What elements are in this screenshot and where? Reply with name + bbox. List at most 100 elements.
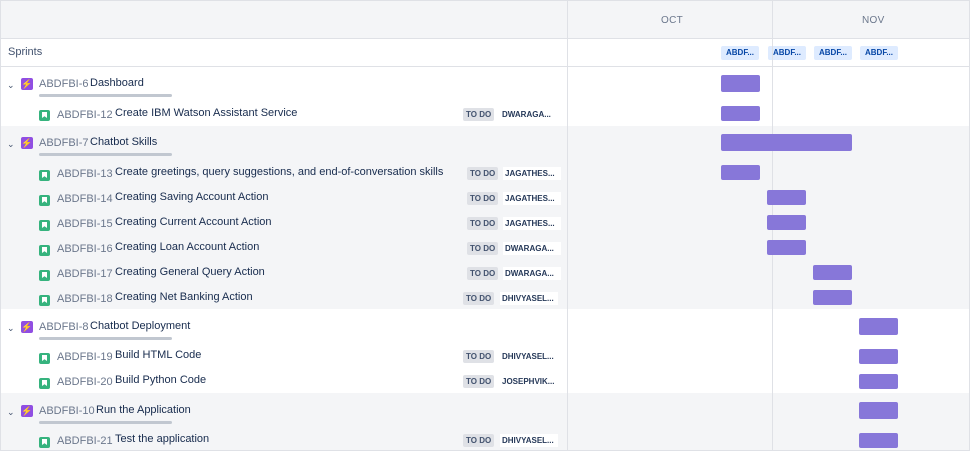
timeline-bar-story[interactable] <box>721 165 760 180</box>
assignee-name[interactable]: JOSEPHVIK... <box>500 375 558 388</box>
story-row[interactable]: ABDFBI-19 Build HTML Code TO DO DHIVYASE… <box>1 347 567 372</box>
epic-row[interactable]: ⌄ ⚡ ABDFBI-8 Chatbot Deployment <box>1 318 567 343</box>
status-badge[interactable]: TO DO <box>467 267 499 280</box>
issue-key[interactable]: ABDFBI-19 <box>57 351 113 363</box>
status-badge[interactable]: TO DO <box>463 108 495 121</box>
issue-key[interactable]: ABDFBI-21 <box>57 435 113 447</box>
issue-key[interactable]: ABDFBI-8 <box>39 321 89 333</box>
issue-key[interactable]: ABDFBI-10 <box>39 405 95 417</box>
story-row[interactable]: ABDFBI-21 Test the application TO DO DHI… <box>1 431 567 450</box>
sprints-row: Sprints ABDF... ABDF... ABDF... ABDF... <box>1 39 969 67</box>
assignee-name[interactable]: DHIVYASEL... <box>500 292 558 305</box>
issue-key[interactable]: ABDFBI-14 <box>57 193 113 205</box>
story-icon <box>39 110 50 121</box>
assignee-name[interactable]: DWARAGA... <box>503 242 561 255</box>
assignee-name[interactable]: DWARAGA... <box>503 267 561 280</box>
issue-summary[interactable]: Creating General Query Action <box>115 266 265 278</box>
issue-summary[interactable]: Chatbot Deployment <box>90 320 190 332</box>
sprint-chip[interactable]: ABDF... <box>860 46 898 60</box>
assignee-name[interactable]: JAGATHES... <box>503 192 561 205</box>
issue-summary[interactable]: Build Python Code <box>115 374 206 386</box>
issue-summary[interactable]: Creating Current Account Action <box>115 216 272 228</box>
story-row[interactable]: ABDFBI-12 Create IBM Watson Assistant Se… <box>1 104 567 129</box>
assignee-name[interactable]: JAGATHES... <box>503 167 561 180</box>
issue-key[interactable]: ABDFBI-15 <box>57 218 113 230</box>
issue-summary[interactable]: Creating Saving Account Action <box>115 191 268 203</box>
timeline-bar-story[interactable] <box>767 190 806 205</box>
epic-row[interactable]: ⌄ ⚡ ABDFBI-10 Run the Application <box>1 402 567 427</box>
issue-key[interactable]: ABDFBI-18 <box>57 293 113 305</box>
month-label-oct: OCT <box>661 15 684 26</box>
assignee-name[interactable]: JAGATHES... <box>503 217 561 230</box>
chevron-down-icon[interactable]: ⌄ <box>7 81 15 90</box>
list-header <box>1 1 567 39</box>
timeline-bar-story[interactable] <box>859 349 898 364</box>
issue-key[interactable]: ABDFBI-13 <box>57 168 113 180</box>
story-icon <box>39 295 50 306</box>
timeline-header: OCT NOV <box>567 1 969 39</box>
issue-key[interactable]: ABDFBI-16 <box>57 243 113 255</box>
sprint-chip[interactable]: ABDF... <box>814 46 852 60</box>
issue-summary[interactable]: Create IBM Watson Assistant Service <box>115 107 297 119</box>
timeline-bar-epic[interactable] <box>721 75 760 92</box>
epic-row[interactable]: ⌄ ⚡ ABDFBI-6 Dashboard <box>1 75 567 100</box>
status-badge[interactable]: TO DO <box>463 292 495 305</box>
chevron-down-icon[interactable]: ⌄ <box>7 408 15 417</box>
story-row[interactable]: ABDFBI-14 Creating Saving Account Action… <box>1 189 567 214</box>
chevron-down-icon[interactable]: ⌄ <box>7 140 15 149</box>
issue-key[interactable]: ABDFBI-7 <box>39 137 89 149</box>
status-badge[interactable]: TO DO <box>467 242 499 255</box>
timeline-bar-story[interactable] <box>721 106 760 121</box>
timeline-bar-story[interactable] <box>859 433 898 448</box>
epic-row[interactable]: ⌄ ⚡ ABDFBI-7 Chatbot Skills <box>1 134 567 159</box>
story-row[interactable]: ABDFBI-17 Creating General Query Action … <box>1 264 567 289</box>
story-row[interactable]: ABDFBI-16 Creating Loan Account Action T… <box>1 239 567 264</box>
issue-key[interactable]: ABDFBI-20 <box>57 376 113 388</box>
issue-key[interactable]: ABDFBI-6 <box>39 78 89 90</box>
sprint-chip[interactable]: ABDF... <box>721 46 759 60</box>
timeline-bar-story[interactable] <box>767 215 806 230</box>
timeline-bar-story[interactable] <box>859 374 898 389</box>
status-badge[interactable]: TO DO <box>463 434 495 447</box>
status-badge[interactable]: TO DO <box>467 167 499 180</box>
issue-summary[interactable]: Run the Application <box>96 404 191 416</box>
assignee-name[interactable]: DWARAGA... <box>500 108 558 121</box>
issue-summary[interactable]: Build HTML Code <box>115 349 201 361</box>
story-row[interactable]: ABDFBI-18 Creating Net Banking Action TO… <box>1 289 567 314</box>
assignee-name[interactable]: DHIVYASEL... <box>500 434 558 447</box>
assignee-name[interactable]: DHIVYASEL... <box>500 350 558 363</box>
issue-summary[interactable]: Creating Loan Account Action <box>115 241 259 253</box>
sprints-label: Sprints <box>8 46 43 58</box>
story-row[interactable]: ABDFBI-20 Build Python Code TO DO JOSEPH… <box>1 372 567 397</box>
story-icon <box>39 170 50 181</box>
timeline-bar-story[interactable] <box>813 290 852 305</box>
issue-summary[interactable]: Create greetings, query suggestions, and… <box>115 166 443 178</box>
status-badge[interactable]: TO DO <box>463 375 495 388</box>
status-badge[interactable]: TO DO <box>463 350 495 363</box>
issue-summary[interactable]: Chatbot Skills <box>90 136 157 148</box>
timeline-bar-story[interactable] <box>813 265 852 280</box>
issue-summary[interactable]: Creating Net Banking Action <box>115 291 253 303</box>
issue-summary[interactable]: Test the application <box>115 433 209 445</box>
story-icon <box>39 378 50 389</box>
chevron-down-icon[interactable]: ⌄ <box>7 324 15 333</box>
issue-key[interactable]: ABDFBI-12 <box>57 109 113 121</box>
timeline-bar-epic[interactable] <box>859 402 898 419</box>
status-badge[interactable]: TO DO <box>467 192 499 205</box>
story-icon <box>39 270 50 281</box>
epic-progress-bar <box>39 337 172 340</box>
issue-summary[interactable]: Dashboard <box>90 77 144 89</box>
issue-key[interactable]: ABDFBI-17 <box>57 268 113 280</box>
timeline-bar-epic[interactable] <box>859 318 898 335</box>
story-row[interactable]: ABDFBI-13 Create greetings, query sugges… <box>1 164 567 189</box>
sprint-chip[interactable]: ABDF... <box>768 46 806 60</box>
roadmap-view: OCT NOV Sprints ABDF... ABDF... ABDF... … <box>0 0 970 451</box>
timeline-bar-story[interactable] <box>767 240 806 255</box>
timeline-bar-epic[interactable] <box>721 134 852 151</box>
story-row[interactable]: ABDFBI-15 Creating Current Account Actio… <box>1 214 567 239</box>
epic-progress-bar <box>39 421 172 424</box>
story-icon <box>39 220 50 231</box>
pane-divider[interactable] <box>567 1 568 450</box>
epic-progress-bar <box>39 94 172 97</box>
status-badge[interactable]: TO DO <box>467 217 499 230</box>
